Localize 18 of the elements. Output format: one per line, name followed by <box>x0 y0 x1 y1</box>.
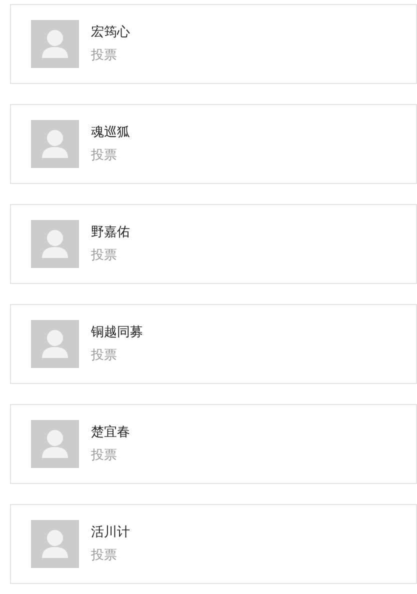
avatar-icon <box>31 20 79 68</box>
avatar-icon <box>31 120 79 168</box>
vote-link[interactable]: 投票 <box>91 547 130 564</box>
candidate-name: 野嘉佑 <box>91 224 130 241</box>
vote-link[interactable]: 投票 <box>91 347 143 364</box>
candidate-name: 魂巡狐 <box>91 124 130 141</box>
vote-link[interactable]: 投票 <box>91 247 130 264</box>
candidate-name: 铜越同募 <box>91 324 143 341</box>
vote-link[interactable]: 投票 <box>91 447 130 464</box>
candidate-name: 楚宜春 <box>91 424 130 441</box>
vote-link[interactable]: 投票 <box>91 47 130 64</box>
avatar-icon <box>31 420 79 468</box>
vote-link[interactable]: 投票 <box>91 147 130 164</box>
candidate-name: 宏筠心 <box>91 24 130 41</box>
candidate-name: 活川计 <box>91 524 130 541</box>
avatar-icon <box>31 320 79 368</box>
avatar-icon <box>31 220 79 268</box>
avatar-icon <box>31 520 79 568</box>
